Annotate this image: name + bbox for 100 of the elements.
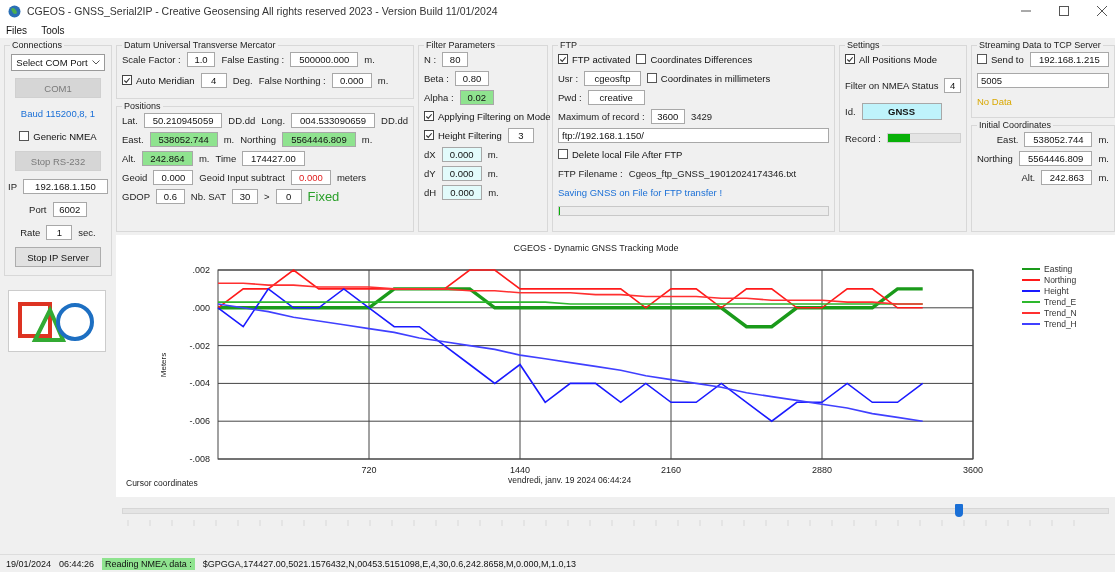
group-title: Connections <box>11 40 64 50</box>
command-button[interactable]: Stop IP Server <box>15 247 101 267</box>
input-field[interactable]: 6002 <box>52 201 87 217</box>
axis-label: .000 <box>192 302 210 313</box>
field-label: False Easting : <box>221 53 285 65</box>
field-label: m. <box>487 148 499 160</box>
input-field[interactable]: 80 <box>442 51 469 67</box>
field-label: GDOP <box>122 190 150 202</box>
input-field[interactable]: 4 <box>944 77 961 93</box>
input-field[interactable]: 192.168.1.150 <box>23 178 108 194</box>
input-field[interactable]: 242.864 <box>141 150 193 166</box>
checkbox-label[interactable]: FTP activated <box>572 53 631 65</box>
field-label: m. <box>198 152 210 164</box>
group-title: Datum Universal Transverse Mercator <box>123 40 277 50</box>
input-field[interactable]: 1 <box>46 224 73 240</box>
input-field[interactable]: 0.000 <box>441 146 482 162</box>
input-field[interactable]: 0.000 <box>441 165 482 181</box>
chart-title: CGEOS - Dynamic GNSS Tracking Mode <box>513 243 679 253</box>
field-label: Beta : <box>424 72 449 84</box>
field-label: m. <box>488 186 499 198</box>
input-field[interactable]: 5564446.809 <box>1018 150 1093 166</box>
nmea-sentence: $GPGGA,174427.00,5021.1576432,N,00453.5151098,E,4,30,0.6,242.8658,M,0.000,M,1.0,13 <box>202 558 576 569</box>
checkbox-label[interactable]: Height Filtering <box>438 129 502 141</box>
field-label: False Northing : <box>258 74 326 86</box>
input-field[interactable]: 0.000 <box>153 169 194 185</box>
group-title: Settings <box>846 40 881 50</box>
field-label: Geoid <box>122 171 148 183</box>
legend-label: Trend_N <box>1044 308 1077 318</box>
input-field[interactable]: 500000.000 <box>290 51 359 67</box>
input-field[interactable]: 538052.744 <box>149 131 218 147</box>
axis-title: Meters <box>159 352 168 378</box>
checkbox-label[interactable]: Delete local File After FTP <box>572 148 683 160</box>
status-date: 19/01/2024 <box>6 558 52 569</box>
axis-label: 720 <box>361 465 377 475</box>
field-label: Nb. SAT <box>190 190 226 202</box>
input-field[interactable]: 004.533090659 <box>291 112 376 128</box>
input-field[interactable]: 1.0 <box>186 51 216 67</box>
group-title: Initial Coordinates <box>978 120 1053 130</box>
group-title: Filter Parameters <box>425 40 497 50</box>
input-field[interactable]: 192.168.1.215 <box>1029 51 1109 67</box>
input-field[interactable]: 538052.744 <box>1024 131 1093 147</box>
input-field[interactable]: 0.000 <box>442 184 483 200</box>
field-label: Northing <box>976 152 1013 164</box>
input-field[interactable]: 50.210945059 <box>143 112 223 128</box>
input-field[interactable]: 5005 <box>977 72 1109 88</box>
checkbox-label[interactable]: Auto Meridian <box>136 74 195 86</box>
input-field[interactable]: GNSS <box>861 103 942 120</box>
input-field[interactable]: 0.02 <box>459 89 494 105</box>
status-label: Reading NMEA data : <box>102 557 195 570</box>
input-field[interactable]: 0.000 <box>290 169 331 185</box>
status-text: Saving GNSS on File for FTP transfer ! <box>558 186 723 198</box>
group-title: Streaming Data to TCP Server <box>978 40 1102 50</box>
field-label: dH <box>424 186 437 198</box>
field-label: sec. <box>78 226 96 238</box>
input-field[interactable]: 3600 <box>650 108 685 124</box>
checkbox-label[interactable]: Send to <box>991 53 1024 65</box>
checkbox-label[interactable]: Coordinates Differences <box>650 53 753 65</box>
axis-label: -.002 <box>189 340 210 351</box>
menu-item[interactable]: Files <box>6 24 28 36</box>
checkbox-label[interactable]: Coordinates in millimeters <box>660 72 771 84</box>
port-dropdown[interactable]: Select COM Port <box>11 54 105 71</box>
field-label: dX <box>424 148 436 160</box>
field-label: DD.dd <box>381 114 408 126</box>
field-label: Time <box>215 152 237 164</box>
input-field[interactable]: 0 <box>275 188 302 204</box>
input-field[interactable]: 5564446.809 <box>282 131 356 147</box>
input-field[interactable]: ftp://192.168.1.150/ <box>558 127 829 143</box>
input-field[interactable]: 0.000 <box>331 72 372 88</box>
field-label: IP <box>8 180 18 192</box>
field-label: Cgeos_ftp_GNSS_19012024174346.txt <box>628 167 797 179</box>
input-field[interactable]: creative <box>587 89 645 105</box>
input-field[interactable]: 0.80 <box>454 70 490 86</box>
axis-label: .002 <box>192 265 210 275</box>
input-field[interactable]: 3 <box>507 127 534 143</box>
cursor-label: Cursor coordinates <box>126 478 198 488</box>
checkbox-label[interactable]: All Positions Mode <box>859 53 938 65</box>
legend-label: Height <box>1044 286 1069 296</box>
field-label: Alpha : <box>424 91 454 103</box>
field-label: Geoid Input subtract <box>199 171 285 183</box>
field-label: meters <box>336 171 366 183</box>
field-label: Lat. <box>122 114 138 126</box>
field-label: m. <box>361 133 373 145</box>
input-field[interactable]: 30 <box>232 188 258 204</box>
input-field[interactable]: 4 <box>200 72 227 88</box>
axis-label: -.008 <box>189 454 210 464</box>
input-field[interactable]: 242.863 <box>1041 169 1093 185</box>
input-field[interactable]: cgeosftp <box>584 70 641 86</box>
axis-label: 1440 <box>510 465 530 475</box>
input-field[interactable]: 0.6 <box>156 188 185 204</box>
field-label: East. <box>122 133 144 145</box>
group-title: Positions <box>123 101 162 111</box>
field-label: Alt. <box>122 152 136 164</box>
legend-label: Trend_E <box>1044 297 1077 307</box>
field-label: Pwd : <box>558 91 582 103</box>
field-label: Port <box>29 203 47 215</box>
field-label: Id. <box>845 106 856 117</box>
checkbox-label[interactable]: Applying Filtering on Mode <box>438 110 551 122</box>
checkbox-label[interactable]: Generic NMEA <box>33 130 97 142</box>
menu-item[interactable]: Tools <box>41 24 65 36</box>
input-field[interactable]: 174427.00 <box>242 150 305 166</box>
